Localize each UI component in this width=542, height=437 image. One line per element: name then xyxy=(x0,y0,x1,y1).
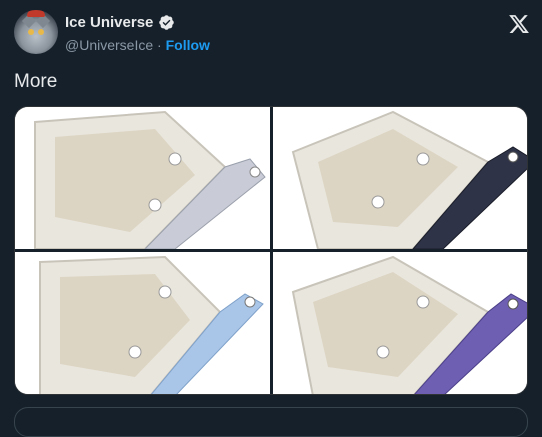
avatar-eye xyxy=(38,29,44,35)
tweet-text: More xyxy=(14,71,58,92)
photo-sim-tray-4[interactable] xyxy=(273,252,527,394)
sim-tray-image xyxy=(15,107,270,249)
sim-tray-image xyxy=(273,252,527,394)
verified-badge-icon xyxy=(159,15,175,30)
media-grid xyxy=(14,106,528,395)
photo-sim-tray-2[interactable] xyxy=(273,107,527,249)
avatar-eye xyxy=(28,29,34,35)
handle-row: @UniverseIce · Follow xyxy=(65,37,210,53)
avatar[interactable] xyxy=(14,10,58,54)
name-row: Ice Universe xyxy=(65,14,175,31)
display-name[interactable]: Ice Universe xyxy=(65,14,153,31)
avatar-hat xyxy=(27,10,45,17)
sim-tray-image xyxy=(15,252,270,394)
follow-button[interactable]: Follow xyxy=(166,37,210,53)
tweet-header: Ice Universe @UniverseIce · Follow xyxy=(14,8,530,58)
handle[interactable]: @UniverseIce xyxy=(65,37,153,53)
link-card[interactable] xyxy=(14,407,528,437)
separator: · xyxy=(157,37,162,53)
x-logo-icon[interactable] xyxy=(508,13,530,35)
photo-sim-tray-3[interactable] xyxy=(15,252,270,394)
sim-tray-image xyxy=(273,107,527,249)
photo-sim-tray-1[interactable] xyxy=(15,107,270,249)
